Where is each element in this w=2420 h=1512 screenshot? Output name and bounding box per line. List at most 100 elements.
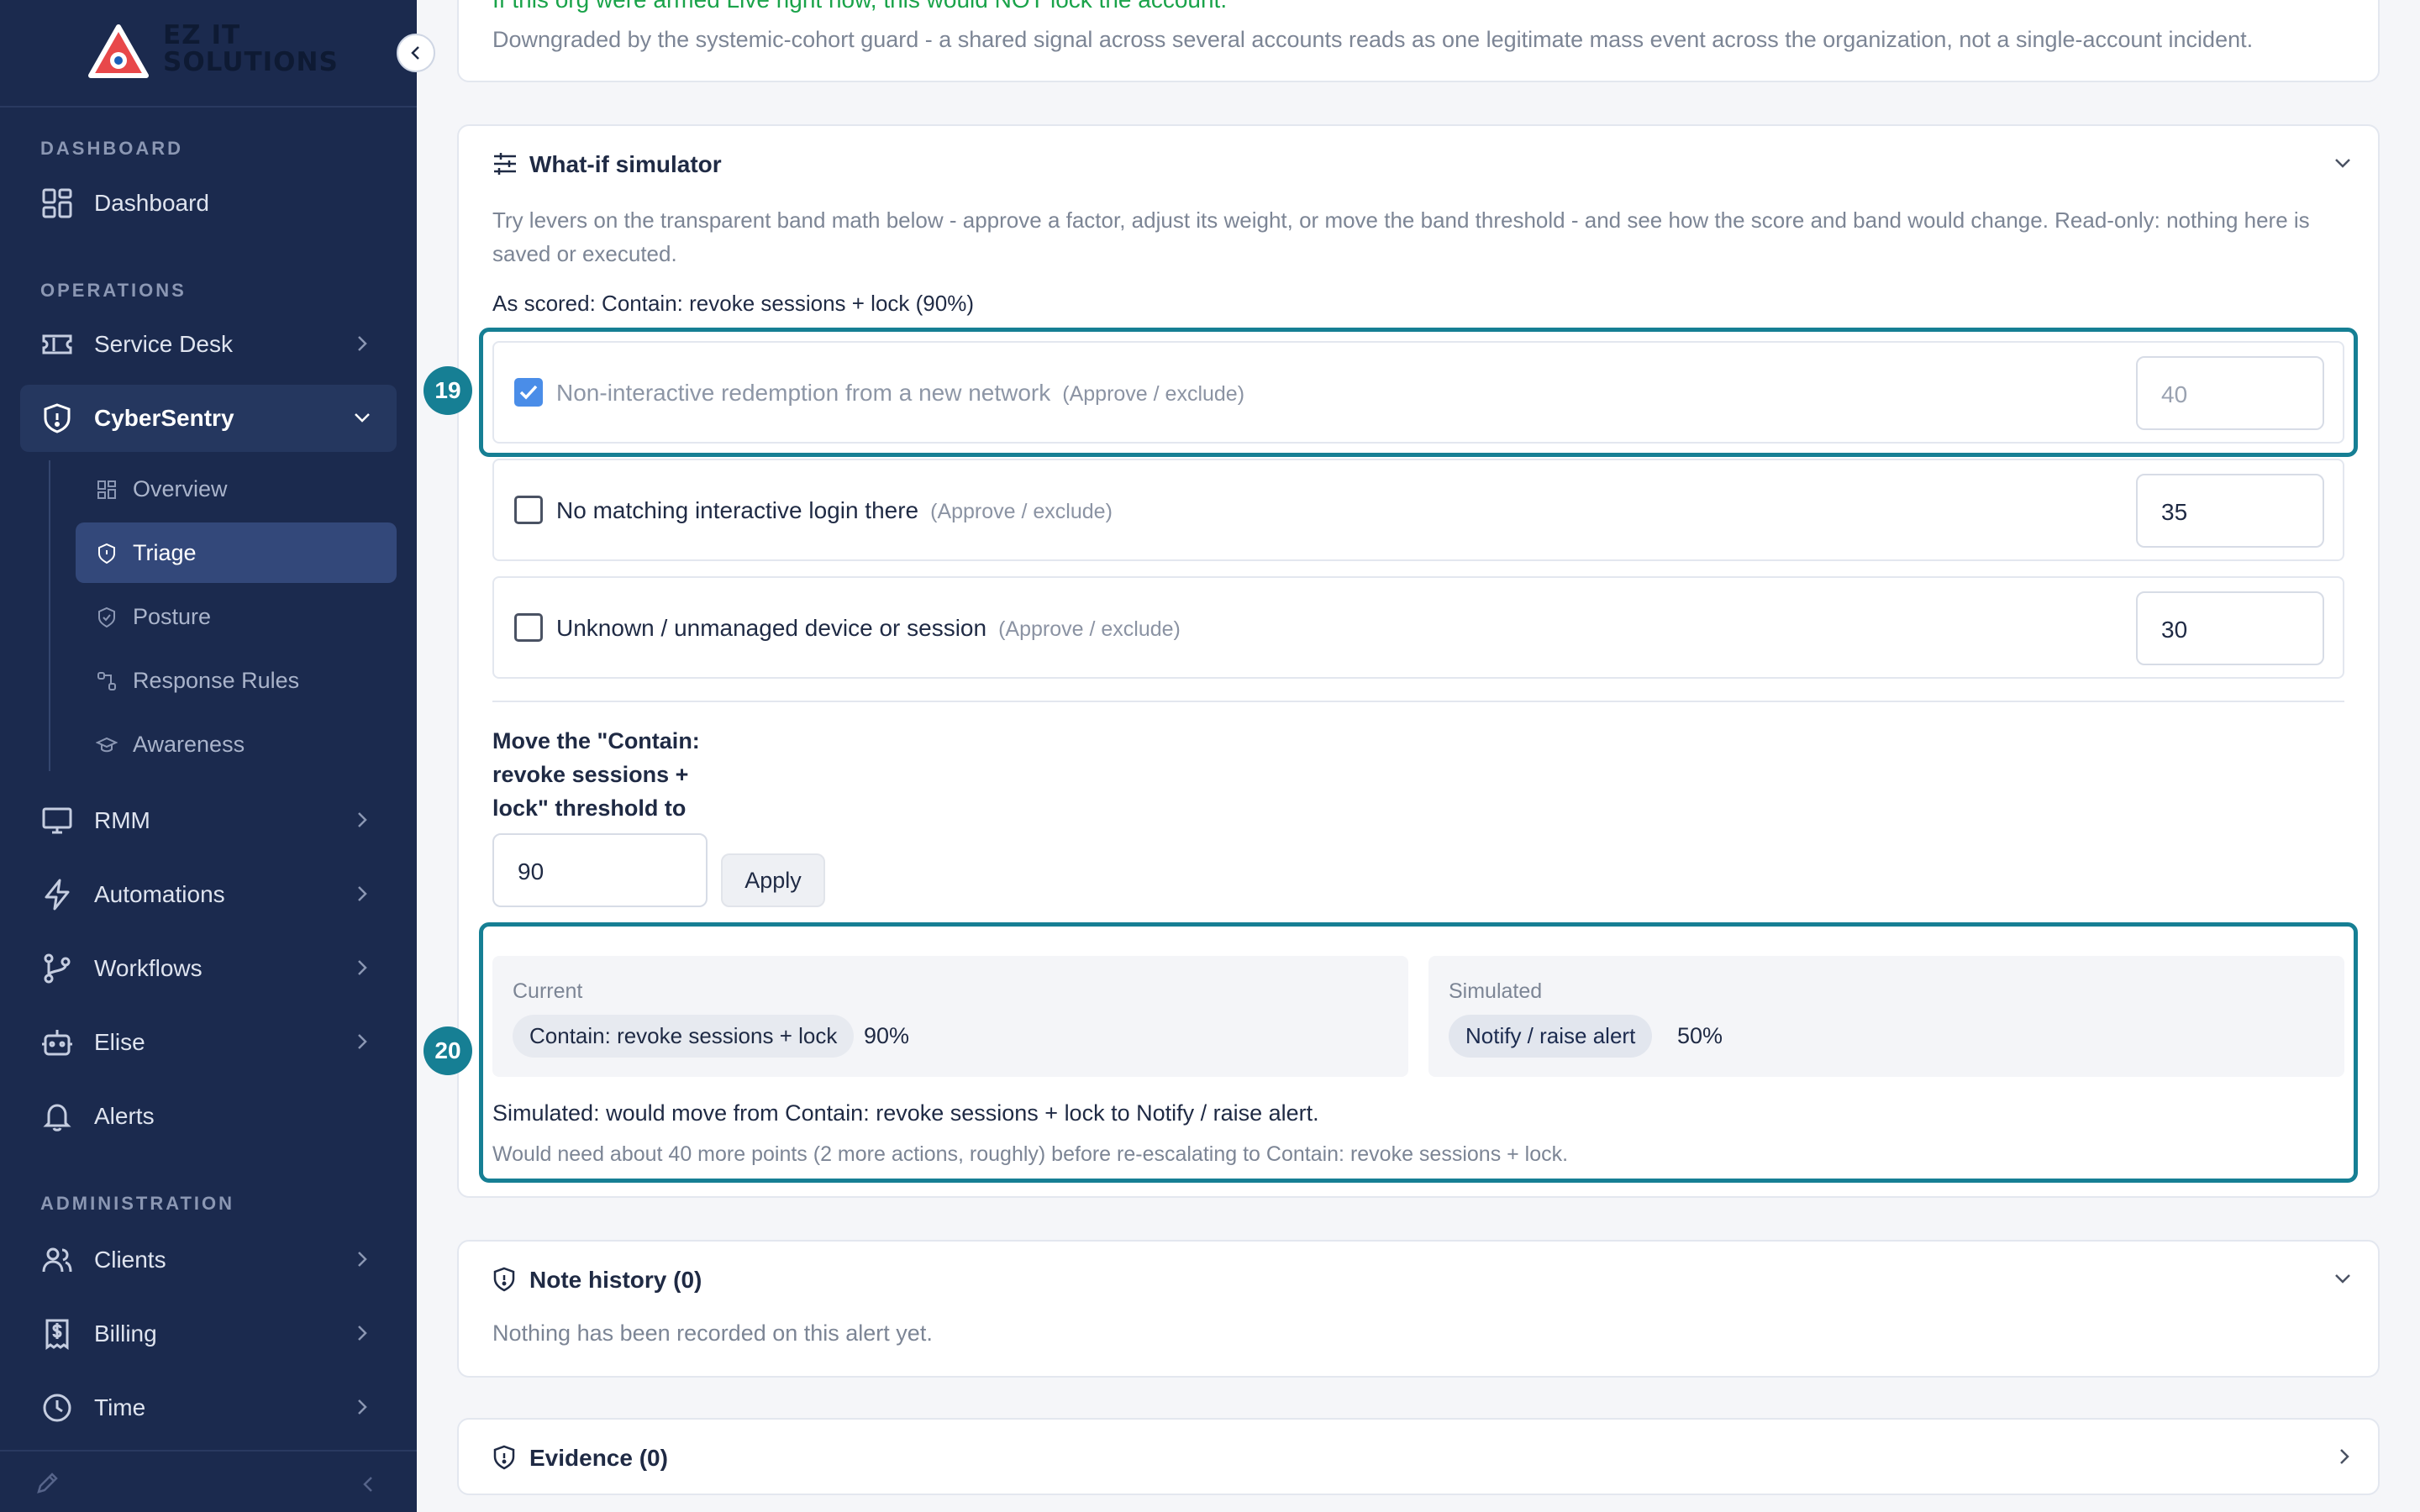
factor-weight-input[interactable]: 35: [2136, 474, 2324, 548]
evidence-card[interactable]: Evidence (0): [457, 1418, 2380, 1495]
section-label-dashboard: DASHBOARD: [40, 138, 183, 159]
factor-approve-checkbox[interactable]: [514, 613, 543, 642]
brand-name: EZ IT SOLUTIONS: [163, 20, 339, 77]
chevron-right-icon: [358, 1399, 367, 1415]
sub-label: Overview: [133, 476, 228, 501]
approve-exclude-hint: (Approve / exclude): [930, 500, 1113, 523]
sub-label: Response Rules: [133, 668, 300, 693]
section-label-administration: ADMINISTRATION: [40, 1193, 235, 1214]
nav-label: Workflows: [94, 955, 203, 981]
submenu-tree-line: [49, 460, 50, 771]
grid-icon: [42, 188, 72, 218]
factor-row: No matching interactive login there (Appr…: [492, 459, 2344, 561]
chevron-right-icon: [358, 886, 367, 901]
simulator-intro: Try levers on the transparent band math …: [492, 207, 2310, 266]
nav-label: Service Desk: [94, 331, 233, 357]
factor-approve-checkbox[interactable]: [514, 496, 543, 524]
nav-item-cybersentry[interactable]: CyberSentry: [20, 385, 397, 452]
nav-item-rmm[interactable]: RMM: [20, 787, 397, 854]
nav-item-automations[interactable]: Automations: [20, 861, 397, 928]
threshold-input[interactable]: 90: [492, 833, 708, 907]
users-icon: [42, 1247, 72, 1273]
nav-label: CyberSentry: [94, 405, 234, 431]
threshold-label: Move the "Contain: revoke sessions + loc…: [492, 728, 700, 821]
bot-icon: [42, 1030, 72, 1056]
sub-label: Triage: [133, 540, 197, 565]
nav-item-elise[interactable]: Elise: [20, 1009, 397, 1076]
simulator-header[interactable]: What-if simulator: [459, 126, 2378, 202]
brand-header: EZ IT SOLUTIONS: [0, 0, 417, 108]
approve-exclude-hint: (Approve / exclude): [998, 617, 1181, 641]
annotation-marker-19: 19: [424, 366, 472, 415]
evidence-title: Evidence (0): [529, 1445, 668, 1471]
sidebar: EZ IT SOLUTIONS DASHBOARD Dashboard OPER…: [0, 0, 435, 1512]
shield-icon: [98, 543, 115, 564]
git-branch-icon: [44, 953, 71, 984]
note-history-title: Note history (0): [529, 1267, 702, 1293]
chevron-right-icon: [358, 1326, 367, 1341]
nav-item-time[interactable]: Time: [20, 1374, 397, 1441]
sub-item-triage[interactable]: Triage: [76, 522, 397, 583]
bell-icon: [43, 1104, 71, 1131]
nav-label: Automations: [94, 881, 225, 907]
annotation-highlight-factor: [479, 328, 2358, 457]
nav-item-alerts[interactable]: Alerts: [20, 1083, 397, 1150]
annotation-highlight-result: [479, 922, 2358, 1183]
chevron-down-icon: [355, 413, 370, 423]
nav-item-service-desk[interactable]: Service Desk: [20, 311, 397, 378]
factor-label: No matching interactive login there: [556, 497, 919, 523]
chevron-right-icon: [358, 336, 367, 351]
section-label-operations: OPERATIONS: [40, 280, 187, 301]
annotation-marker-20: 20: [424, 1026, 472, 1075]
factor-label: Unknown / unmanaged device or session: [556, 615, 987, 641]
factor-weight-input[interactable]: 30: [2136, 591, 2324, 665]
chevron-right-icon: [358, 1034, 367, 1049]
chevron-right-icon: [358, 960, 367, 975]
sub-label: Posture: [133, 604, 212, 629]
note-history-header[interactable]: Note history (0): [459, 1242, 2378, 1314]
as-scored-summary: As scored: Contain: revoke sessions + lo…: [492, 291, 974, 316]
ticket-icon: [42, 334, 72, 354]
nav-label: Time: [94, 1394, 146, 1420]
nav-label: Alerts: [94, 1103, 155, 1129]
note-history-empty: Nothing has been recorded on this alert …: [492, 1320, 933, 1346]
lightning-icon: [45, 879, 70, 911]
nav-label: Elise: [94, 1029, 145, 1055]
chevron-down-icon[interactable]: [2333, 1268, 2353, 1289]
factor-label-wrap: No matching interactive login there (Appr…: [556, 497, 1113, 524]
factor-label-wrap: Unknown / unmanaged device or session (Ap…: [556, 615, 1181, 642]
collapse-chevron-left-icon[interactable]: [358, 1473, 380, 1495]
chevron-down-icon[interactable]: [2333, 153, 2353, 173]
factor-row: Unknown / unmanaged device or session (Ap…: [492, 576, 2344, 679]
chevron-left-icon: [411, 46, 419, 60]
apply-button[interactable]: Apply: [721, 853, 825, 907]
nav-label: Billing: [94, 1320, 157, 1347]
route-icon: [97, 672, 116, 690]
collapse-sidebar-button[interactable]: [397, 34, 435, 72]
sub-item-awareness[interactable]: Awareness: [76, 714, 397, 774]
chevron-right-icon[interactable]: [2334, 1446, 2354, 1467]
grid-icon: [97, 480, 116, 499]
clock-icon: [43, 1394, 71, 1422]
nav-item-dashboard[interactable]: Dashboard: [20, 170, 397, 237]
chevron-right-icon: [358, 1252, 367, 1267]
sub-item-posture[interactable]: Posture: [76, 586, 397, 647]
nav-item-workflows[interactable]: Workflows: [20, 935, 397, 1002]
lock-status-card: If this org were armed Live right now, t…: [457, 0, 2380, 82]
downgrade-note: Downgraded by the systemic-cohort guard …: [492, 27, 2254, 52]
sub-item-overview[interactable]: Overview: [76, 459, 397, 519]
sub-item-response-rules[interactable]: Response Rules: [76, 650, 397, 711]
nav-item-clients[interactable]: Clients: [20, 1226, 397, 1294]
nav-item-billing[interactable]: Billing: [20, 1300, 397, 1368]
shield-icon: [493, 1267, 515, 1292]
shield-icon: [493, 1445, 515, 1470]
note-history-card: Note history (0) Nothing has been record…: [457, 1240, 2380, 1378]
divider: [492, 701, 2344, 702]
pencil-icon[interactable]: [34, 1470, 60, 1497]
nav-label: Clients: [94, 1247, 166, 1273]
monitor-icon: [42, 807, 72, 834]
sliders-icon: [494, 153, 516, 175]
nav-label: Dashboard: [94, 190, 209, 216]
shield-check-icon: [98, 606, 115, 628]
receipt-dollar-icon: [45, 1319, 69, 1350]
